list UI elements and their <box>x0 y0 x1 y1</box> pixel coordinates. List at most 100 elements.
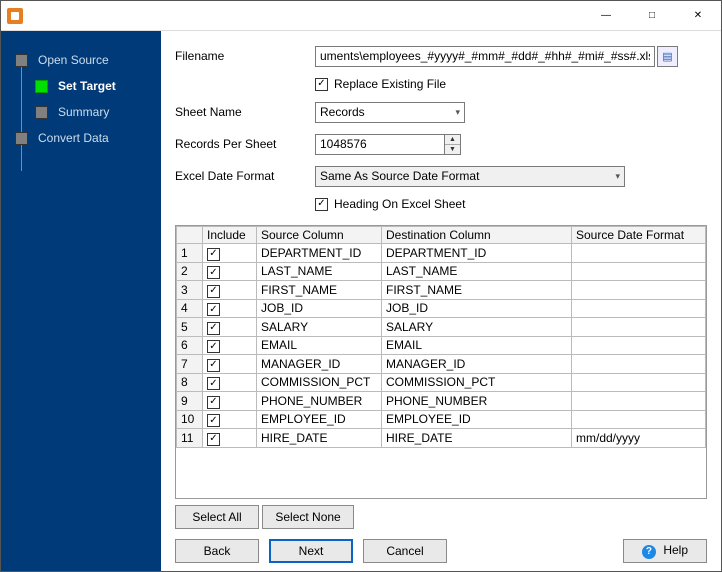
spinner-up-icon[interactable]: ▲ <box>445 135 460 145</box>
include-checkbox[interactable] <box>207 285 220 298</box>
destination-column-cell[interactable]: DEPARTMENT_ID <box>382 244 572 263</box>
source-date-format-cell[interactable] <box>572 410 706 429</box>
heading-on-sheet-checkbox[interactable] <box>315 198 328 211</box>
records-spinner[interactable]: ▲ ▼ <box>445 134 461 155</box>
include-checkbox[interactable] <box>207 414 220 427</box>
include-cell[interactable] <box>203 244 257 263</box>
destination-column-cell[interactable]: LAST_NAME <box>382 262 572 281</box>
destination-column-cell[interactable]: MANAGER_ID <box>382 355 572 374</box>
excel-date-format-combo[interactable]: Same As Source Date Format ▾ <box>315 166 625 187</box>
include-checkbox[interactable] <box>207 433 220 446</box>
table-row[interactable]: 7 MANAGER_IDMANAGER_ID <box>177 355 706 374</box>
table-row[interactable]: 5 SALARYSALARY <box>177 318 706 337</box>
include-cell[interactable] <box>203 262 257 281</box>
wizard-step-open-source[interactable]: Open Source <box>1 47 161 73</box>
table-row[interactable]: 4JOB_IDJOB_ID <box>177 299 706 318</box>
include-checkbox[interactable] <box>207 248 220 261</box>
columns-grid[interactable]: Include Source Column Destination Column… <box>175 225 707 499</box>
row-number[interactable]: 5 <box>177 318 203 337</box>
source-date-format-cell[interactable] <box>572 318 706 337</box>
include-checkbox[interactable] <box>207 322 220 335</box>
row-number[interactable]: 10 <box>177 410 203 429</box>
include-checkbox[interactable] <box>207 377 220 390</box>
browse-button[interactable]: ▤ <box>657 46 678 67</box>
source-date-format-cell[interactable] <box>572 336 706 355</box>
row-number[interactable]: 7 <box>177 355 203 374</box>
spinner-down-icon[interactable]: ▼ <box>445 145 460 154</box>
source-column-cell[interactable]: LAST_NAME <box>257 262 382 281</box>
source-date-format-cell[interactable] <box>572 373 706 392</box>
table-row[interactable]: 3 FIRST_NAMEFIRST_NAME <box>177 281 706 300</box>
row-number[interactable]: 11 <box>177 429 203 448</box>
source-date-format-cell[interactable] <box>572 244 706 263</box>
destination-column-cell[interactable]: JOB_ID <box>382 299 572 318</box>
grid-header-source[interactable]: Source Column <box>257 227 382 244</box>
source-column-cell[interactable]: SALARY <box>257 318 382 337</box>
destination-column-cell[interactable]: FIRST_NAME <box>382 281 572 300</box>
source-date-format-cell[interactable] <box>572 281 706 300</box>
help-button[interactable]: ? Help <box>623 539 707 563</box>
minimize-button[interactable]: — <box>583 1 629 31</box>
include-cell[interactable] <box>203 336 257 355</box>
wizard-step-summary[interactable]: Summary <box>1 99 161 125</box>
source-column-cell[interactable]: COMMISSION_PCT <box>257 373 382 392</box>
grid-header-rownum[interactable] <box>177 227 203 244</box>
source-column-cell[interactable]: EMPLOYEE_ID <box>257 410 382 429</box>
records-per-sheet-input[interactable] <box>315 134 445 155</box>
include-cell[interactable] <box>203 281 257 300</box>
source-column-cell[interactable]: HIRE_DATE <box>257 429 382 448</box>
source-column-cell[interactable]: MANAGER_ID <box>257 355 382 374</box>
wizard-step-set-target[interactable]: Set Target <box>1 73 161 99</box>
destination-column-cell[interactable]: PHONE_NUMBER <box>382 392 572 411</box>
include-cell[interactable] <box>203 373 257 392</box>
source-date-format-cell[interactable] <box>572 262 706 281</box>
table-row[interactable]: 11HIRE_DATEHIRE_DATEmm/dd/yyyy <box>177 429 706 448</box>
source-date-format-cell[interactable]: mm/dd/yyyy <box>572 429 706 448</box>
destination-column-cell[interactable]: EMAIL <box>382 336 572 355</box>
row-number[interactable]: 4 <box>177 299 203 318</box>
table-row[interactable]: 9 PHONE_NUMBERPHONE_NUMBER <box>177 392 706 411</box>
select-none-button[interactable]: Select None <box>262 505 353 529</box>
select-all-button[interactable]: Select All <box>175 505 259 529</box>
row-number[interactable]: 9 <box>177 392 203 411</box>
source-column-cell[interactable]: DEPARTMENT_ID <box>257 244 382 263</box>
row-number[interactable]: 2 <box>177 262 203 281</box>
maximize-button[interactable]: □ <box>629 1 675 31</box>
table-row[interactable]: 8 COMMISSION_PCTCOMMISSION_PCT <box>177 373 706 392</box>
destination-column-cell[interactable]: SALARY <box>382 318 572 337</box>
filename-input[interactable] <box>315 46 655 67</box>
table-row[interactable]: 6 EMAILEMAIL <box>177 336 706 355</box>
include-cell[interactable] <box>203 318 257 337</box>
source-column-cell[interactable]: PHONE_NUMBER <box>257 392 382 411</box>
include-checkbox[interactable] <box>207 359 220 372</box>
include-cell[interactable] <box>203 355 257 374</box>
replace-existing-checkbox[interactable] <box>315 78 328 91</box>
include-cell[interactable] <box>203 429 257 448</box>
source-column-cell[interactable]: FIRST_NAME <box>257 281 382 300</box>
include-cell[interactable] <box>203 299 257 318</box>
source-date-format-cell[interactable] <box>572 392 706 411</box>
include-checkbox[interactable] <box>207 266 220 279</box>
row-number[interactable]: 8 <box>177 373 203 392</box>
cancel-button[interactable]: Cancel <box>363 539 447 563</box>
table-row[interactable]: 2 LAST_NAMELAST_NAME <box>177 262 706 281</box>
grid-header-srcfmt[interactable]: Source Date Format <box>572 227 706 244</box>
close-button[interactable]: ✕ <box>675 1 721 31</box>
include-checkbox[interactable] <box>207 303 220 316</box>
row-number[interactable]: 6 <box>177 336 203 355</box>
wizard-step-convert-data[interactable]: Convert Data <box>1 125 161 151</box>
grid-header-dest[interactable]: Destination Column <box>382 227 572 244</box>
include-cell[interactable] <box>203 392 257 411</box>
sheetname-combo[interactable]: Records ▾ <box>315 102 465 123</box>
source-date-format-cell[interactable] <box>572 355 706 374</box>
table-row[interactable]: 1 DEPARTMENT_IDDEPARTMENT_ID <box>177 244 706 263</box>
grid-header-include[interactable]: Include <box>203 227 257 244</box>
table-row[interactable]: 10 EMPLOYEE_IDEMPLOYEE_ID <box>177 410 706 429</box>
row-number[interactable]: 1 <box>177 244 203 263</box>
include-checkbox[interactable] <box>207 340 220 353</box>
source-column-cell[interactable]: EMAIL <box>257 336 382 355</box>
destination-column-cell[interactable]: EMPLOYEE_ID <box>382 410 572 429</box>
row-number[interactable]: 3 <box>177 281 203 300</box>
source-date-format-cell[interactable] <box>572 299 706 318</box>
destination-column-cell[interactable]: COMMISSION_PCT <box>382 373 572 392</box>
